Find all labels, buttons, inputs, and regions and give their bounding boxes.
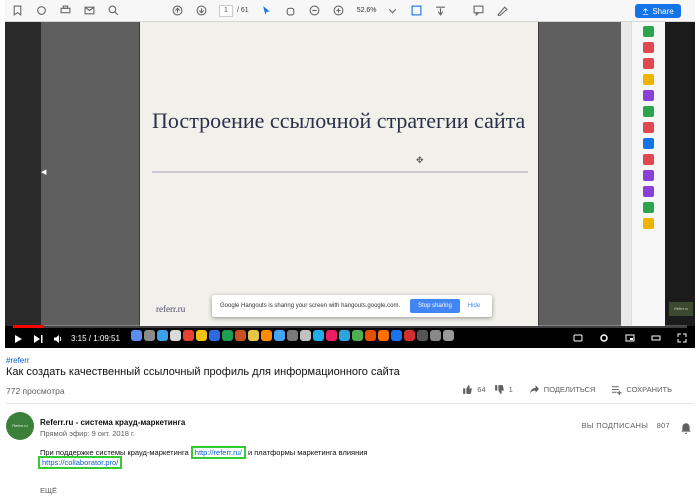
organize-icon[interactable] bbox=[643, 106, 654, 117]
scroll-icon[interactable] bbox=[433, 3, 449, 19]
collapse-left-icon[interactable]: ◀ bbox=[41, 168, 47, 178]
fill-sign-icon[interactable] bbox=[643, 122, 654, 133]
player-controls: 3:15 / 1:09:51 bbox=[5, 329, 695, 348]
stop-sharing-button[interactable]: Stop sharing bbox=[410, 299, 460, 313]
upload-icon bbox=[643, 7, 649, 15]
save-button[interactable]: СОХРАНИТЬ bbox=[611, 384, 672, 395]
chevron-down-icon[interactable] bbox=[385, 3, 401, 19]
settings-icon[interactable] bbox=[597, 331, 611, 345]
export-pdf-icon[interactable] bbox=[643, 26, 654, 37]
zoom-level[interactable]: 52.6% bbox=[357, 7, 377, 14]
zoom-out-icon[interactable] bbox=[307, 3, 323, 19]
page: 1 / 61 52.6% Share Построение ссылочной … bbox=[0, 0, 700, 497]
playlist-add-icon bbox=[612, 386, 622, 395]
notification-bell-icon[interactable] bbox=[680, 421, 692, 434]
subtitles-icon[interactable] bbox=[571, 331, 585, 345]
hashtag-link[interactable]: #referr bbox=[6, 356, 30, 365]
dislike-button[interactable]: 1 bbox=[494, 384, 513, 395]
like-button[interactable]: 64 bbox=[462, 384, 486, 395]
miniplayer-icon[interactable] bbox=[623, 331, 637, 345]
subscribed-button[interactable]: ВЫ ПОДПИСАНЫ 807 bbox=[582, 421, 670, 430]
volume-icon[interactable] bbox=[51, 332, 65, 346]
publish-date: Прямой эфир: 9 окт. 2018 г. bbox=[40, 429, 135, 438]
next-icon[interactable] bbox=[31, 332, 45, 346]
share-button[interactable]: Share bbox=[635, 4, 681, 18]
channel-watermark[interactable]: Referr.ru bbox=[669, 302, 693, 316]
scan-icon[interactable] bbox=[643, 202, 654, 213]
share-video-button[interactable]: ПОДЕЛИТЬСЯ bbox=[529, 384, 596, 395]
print-icon[interactable] bbox=[57, 3, 73, 19]
cursor-icon[interactable] bbox=[259, 3, 275, 19]
scrollbar[interactable] bbox=[621, 22, 631, 326]
slide-footer: referr.ru bbox=[156, 304, 186, 314]
view-count: 772 просмотра bbox=[6, 386, 65, 396]
mail-icon[interactable] bbox=[81, 3, 97, 19]
zoom-in-icon[interactable] bbox=[331, 3, 347, 19]
video-actions: 64 1 ПОДЕЛИТЬСЯ СОХРАНИТЬ bbox=[462, 384, 672, 395]
thumb-up-icon bbox=[463, 385, 473, 394]
referr-link[interactable]: http://referr.ru/ bbox=[190, 446, 246, 459]
create-pdf-icon[interactable] bbox=[643, 42, 654, 53]
slide-page: Построение ссылочной стратегии сайта ✥ r… bbox=[139, 22, 539, 326]
description-text-2: и платформы маркетинга влияния bbox=[245, 448, 368, 457]
fit-icon[interactable] bbox=[409, 3, 425, 19]
channel-name[interactable]: Referr.ru - система крауд-маркетинга bbox=[40, 418, 185, 427]
comment-tool-icon[interactable] bbox=[643, 74, 654, 85]
hide-button[interactable]: Hide bbox=[468, 303, 480, 309]
video-player[interactable]: 1 / 61 52.6% Share Построение ссылочной … bbox=[5, 0, 695, 348]
like-count: 64 bbox=[477, 385, 486, 394]
sign-icon[interactable] bbox=[495, 3, 511, 19]
right-tools-pane bbox=[631, 22, 665, 326]
left-panel bbox=[5, 22, 41, 326]
combine-icon[interactable] bbox=[643, 90, 654, 101]
share-arrow-icon bbox=[529, 385, 539, 394]
theater-icon[interactable] bbox=[649, 331, 663, 345]
progress-fill bbox=[13, 325, 44, 328]
page-down-icon[interactable] bbox=[193, 3, 209, 19]
divider bbox=[6, 403, 694, 404]
thumb-down-icon bbox=[494, 385, 504, 394]
move-cursor-icon: ✥ bbox=[416, 155, 424, 165]
search-icon[interactable] bbox=[105, 3, 121, 19]
subscribed-label: ВЫ ПОДПИСАНЫ bbox=[581, 421, 649, 430]
page-up-icon[interactable] bbox=[169, 3, 185, 19]
page-number-input[interactable]: 1 bbox=[219, 4, 233, 17]
hand-icon[interactable] bbox=[283, 3, 299, 19]
compress-icon[interactable] bbox=[643, 154, 654, 165]
slide-title: Построение ссылочной стратегии сайта bbox=[152, 108, 526, 133]
video-title: Как создать качественный ссылочный профи… bbox=[6, 366, 400, 378]
prepare-form-icon[interactable] bbox=[643, 186, 654, 197]
pdf-toolbar: 1 / 61 52.6% Share bbox=[5, 0, 695, 22]
progress-bar[interactable] bbox=[13, 325, 687, 328]
save-label: СОХРАНИТЬ bbox=[626, 385, 672, 394]
more-tools-icon[interactable] bbox=[643, 218, 654, 229]
collaborator-link[interactable]: https://collaborator.pro/ bbox=[38, 456, 123, 469]
controls-right bbox=[565, 331, 689, 345]
subscriber-count: 807 bbox=[656, 421, 670, 430]
webcam-area bbox=[665, 22, 695, 326]
share-label: Share bbox=[652, 6, 674, 16]
description-line-2: https://collaborator.pro/ bbox=[38, 456, 123, 469]
send-sign-icon[interactable] bbox=[643, 170, 654, 181]
share-video-label: ПОДЕЛИТЬСЯ bbox=[543, 385, 596, 394]
show-more-button[interactable]: ЕЩЁ bbox=[40, 486, 57, 495]
slide-divider bbox=[152, 171, 528, 173]
sync-icon[interactable] bbox=[33, 3, 49, 19]
hangouts-message: Google Hangouts is sharing your screen w… bbox=[220, 303, 401, 309]
hangouts-banner: Google Hangouts is sharing your screen w… bbox=[212, 295, 492, 317]
edit-pdf-icon[interactable] bbox=[643, 58, 654, 69]
channel-avatar[interactable]: Referr.ru bbox=[6, 412, 34, 440]
dislike-count: 1 bbox=[508, 385, 513, 394]
document-viewport[interactable]: Построение ссылочной стратегии сайта ✥ r… bbox=[41, 22, 631, 326]
fullscreen-icon[interactable] bbox=[675, 331, 689, 345]
play-icon[interactable] bbox=[11, 332, 25, 346]
time-display: 3:15 / 1:09:51 bbox=[71, 334, 120, 343]
bookmark-add-icon[interactable] bbox=[9, 3, 25, 19]
page-total: / 61 bbox=[237, 7, 249, 14]
protect-icon[interactable] bbox=[643, 138, 654, 149]
comment-icon[interactable] bbox=[471, 3, 487, 19]
